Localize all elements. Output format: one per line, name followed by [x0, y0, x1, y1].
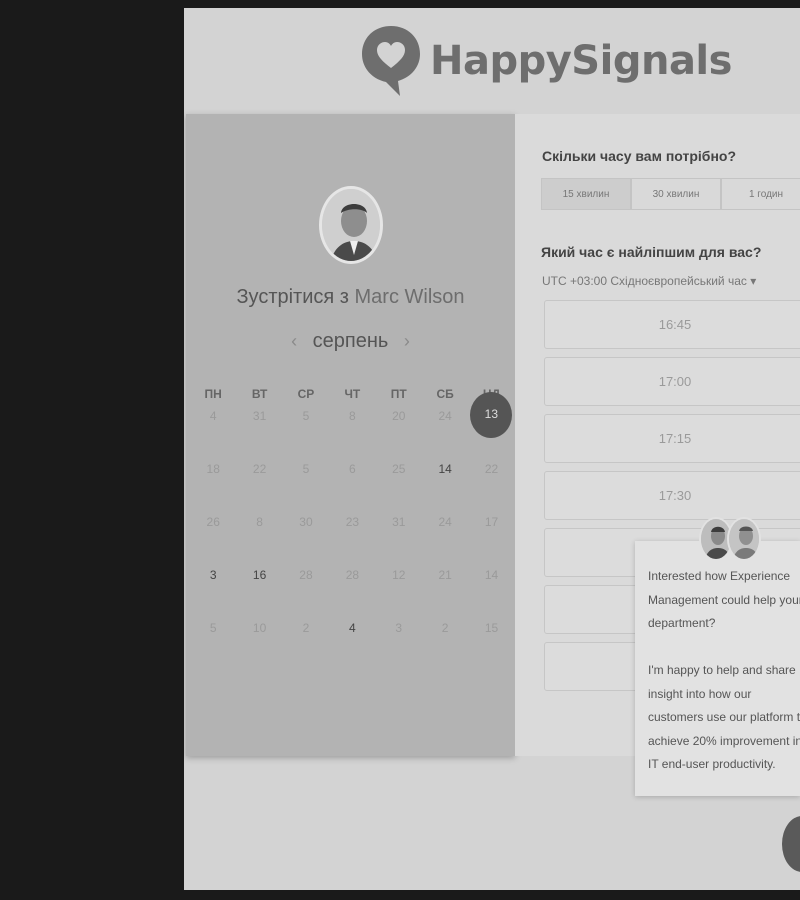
calendar-day: 24: [438, 515, 452, 529]
calendar-day: 31: [252, 409, 267, 423]
calendar-day: 24: [438, 409, 452, 423]
chat-message: Interested how Experience Management cou…: [648, 569, 800, 771]
calendar-day: 28: [299, 568, 313, 582]
calendar-day: 22: [252, 462, 267, 476]
calendar-day: 5: [302, 409, 310, 423]
duration-60-button[interactable]: 1 годин: [721, 178, 800, 210]
chevron-left-icon[interactable]: ‹: [291, 331, 297, 351]
weekday-label: ВТ: [251, 387, 268, 401]
heart-speech-bubble-icon: [362, 26, 420, 96]
calendar-day: 8: [256, 515, 263, 529]
calendar-day: 22: [484, 462, 499, 476]
chat-agent-avatars: [699, 517, 761, 561]
timezone-dropdown[interactable]: UTC +03:00 Східноєвропейський час ▾: [542, 274, 756, 288]
calendar-week: 3 16 28 28 12 21 14: [190, 563, 515, 616]
calendar-day: 2: [441, 621, 449, 635]
calendar-week: 4 31 5 8 20 24 13: [190, 392, 515, 457]
calendar-day: 5: [302, 462, 310, 476]
calendar-day: 8: [349, 409, 356, 423]
time-slot-button[interactable]: 17:15: [544, 414, 800, 463]
calendar-day: 17: [484, 515, 499, 529]
meet-prefix: Зустрітися з: [236, 286, 349, 308]
calendar-day: 12: [392, 568, 406, 582]
calendar-week: 26 8 30 23 31 24 17: [190, 510, 515, 563]
calendar-week: 18 22 5 6 25 14 22: [190, 457, 515, 510]
duration-30-button[interactable]: 30 хвилин: [631, 178, 721, 210]
time-slot-button[interactable]: 16:45: [544, 300, 800, 349]
calendar-day: 2: [302, 621, 310, 635]
calendar-day: 18: [206, 462, 220, 476]
calendar-day-selected[interactable]: 13: [468, 392, 514, 457]
calendar-day: 30: [299, 515, 313, 529]
time-slot-button[interactable]: 17:00: [544, 357, 800, 406]
calendar-day-available[interactable]: 16: [236, 563, 282, 616]
calendar-day: 26: [206, 515, 220, 529]
booking-page: HappySignals Зустрітися з Marc Wilson ‹ …: [184, 8, 800, 890]
calendar-day: 15: [484, 621, 499, 635]
calendar-day-available[interactable]: 4: [329, 616, 375, 669]
calendar-day: 23: [345, 515, 360, 529]
agent-avatar: [727, 517, 761, 561]
host-calendar-panel: Зустрітися з Marc Wilson ‹ серпень › ПН …: [186, 114, 515, 756]
duration-selector: 15 хвилин 30 хвилин 1 годин: [541, 178, 800, 210]
time-slot-button[interactable]: 17:30: [544, 471, 800, 520]
calendar-day: 6: [349, 462, 356, 476]
calendar-week: 5 10 2 4 3 2 15: [190, 616, 515, 669]
weekday-label: ПТ: [390, 387, 407, 401]
calendar-day: 31: [392, 515, 406, 529]
time-question: Який час є найліпшим для вас?: [541, 244, 762, 260]
selected-day-label[interactable]: 13: [470, 392, 513, 438]
calendar-grid: ПН ВТ СР ЧТ ПТ СБ НД 4 31 5 8 20 24 13 1…: [190, 384, 515, 669]
duration-15-button[interactable]: 15 хвилин: [541, 178, 631, 210]
calendar-day: 5: [209, 621, 217, 635]
happysignals-logo: HappySignals: [360, 24, 732, 98]
chat-popup[interactable]: Interested how Experience Management cou…: [635, 517, 800, 796]
weekday-header: ПН ВТ СР ЧТ ПТ СБ НД: [190, 384, 515, 404]
calendar-day: 3: [395, 621, 403, 635]
calendar-day: 20: [392, 409, 406, 423]
weekday-label: СР: [297, 387, 315, 401]
month-navigation: ‹ серпень ›: [186, 330, 515, 353]
month-label: серпень: [312, 330, 389, 352]
host-name: Marc Wilson: [354, 286, 465, 308]
calendar-day-available[interactable]: 3: [190, 563, 236, 616]
meet-heading: Зустрітися з Marc Wilson: [186, 286, 515, 309]
calendar-day: 4: [209, 409, 217, 423]
calendar-day-available[interactable]: 14: [422, 457, 468, 510]
calendar-day: 21: [438, 568, 452, 582]
brand-name: HappySignals: [430, 38, 732, 84]
calendar-day: 28: [345, 568, 360, 582]
weekday-label: ЧТ: [344, 387, 361, 401]
duration-question: Скільки часу вам потрібно?: [542, 148, 737, 164]
weekday-label: ПН: [204, 387, 222, 401]
chat-launcher-button[interactable]: [782, 816, 800, 872]
calendar-day: 14: [484, 568, 499, 582]
calendar-day: 10: [252, 621, 267, 635]
chevron-right-icon[interactable]: ›: [404, 331, 410, 351]
calendar-day: 25: [392, 462, 406, 476]
weekday-label: СБ: [436, 387, 454, 401]
host-avatar: [319, 186, 383, 264]
